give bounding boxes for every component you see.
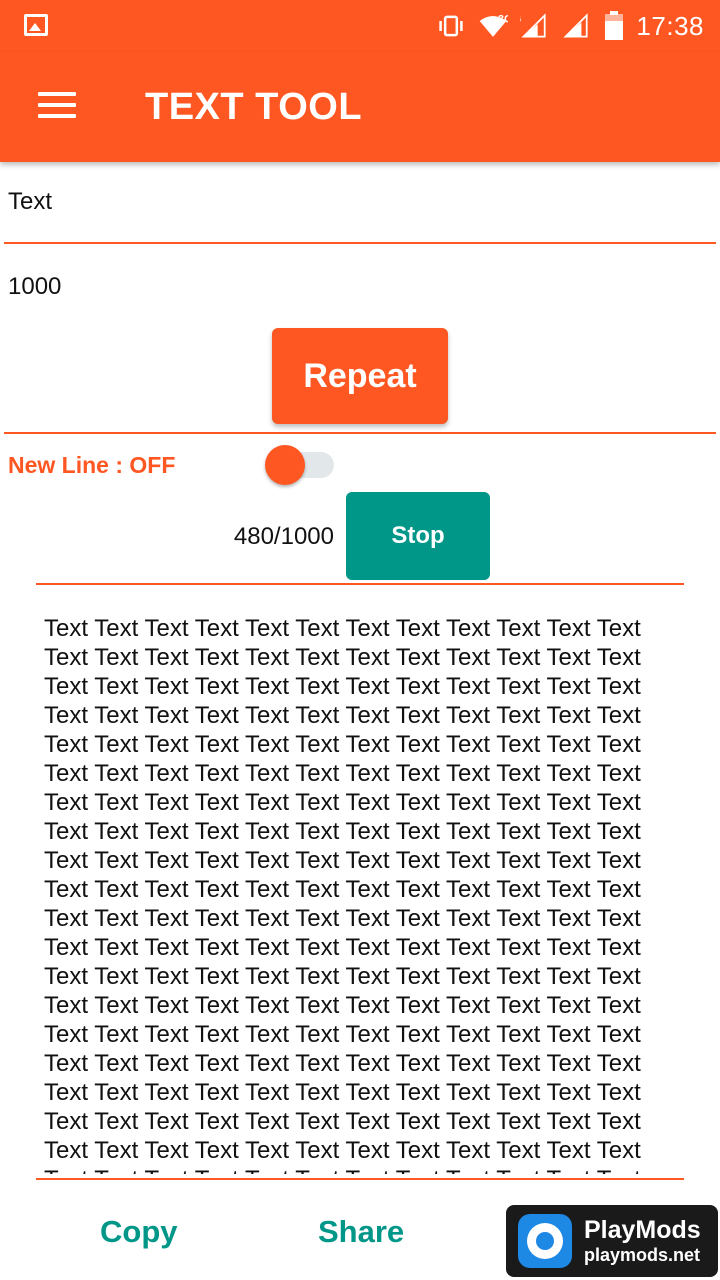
copy-button[interactable]: Copy xyxy=(100,1214,178,1250)
signal-icon-2 xyxy=(563,13,589,38)
share-button[interactable]: Share xyxy=(318,1214,404,1250)
wifi-icon: 3G xyxy=(480,14,508,37)
signal-icon: G xyxy=(520,13,547,38)
vibrate-icon xyxy=(439,15,464,37)
progress-counter: 480/1000 xyxy=(233,523,334,550)
battery-icon xyxy=(605,11,624,40)
toggle-thumb xyxy=(265,445,305,485)
playmods-watermark: PlayMods playmods.net xyxy=(506,1205,718,1277)
playmods-logo-icon xyxy=(518,1214,572,1268)
divider xyxy=(36,583,684,585)
stop-button[interactable]: Stop xyxy=(346,492,490,580)
repeat-count-input[interactable]: 1000 xyxy=(4,270,716,310)
new-line-toggle[interactable] xyxy=(262,445,336,485)
app-title: TEXT TOOL xyxy=(145,86,363,128)
status-time: 17:38 xyxy=(636,10,704,41)
hamburger-menu-icon[interactable] xyxy=(38,92,76,120)
gallery-icon xyxy=(24,14,48,36)
divider xyxy=(36,1178,684,1180)
text-input-value: Text xyxy=(8,188,53,215)
app-bar: TEXT TOOL xyxy=(0,52,720,162)
divider xyxy=(4,432,716,434)
network-type-a: 3G xyxy=(498,14,508,26)
text-input[interactable]: Text xyxy=(4,170,716,244)
status-icons: 3G G 17:38 xyxy=(436,8,704,44)
repeat-count-value: 1000 xyxy=(8,273,62,300)
network-type-b: G xyxy=(520,13,521,25)
watermark-brand: PlayMods xyxy=(584,1216,701,1244)
new-line-label: New Line : OFF xyxy=(8,452,176,478)
status-bar: 3G G 17:38 xyxy=(0,0,720,52)
output-text-area[interactable]: Text Text Text Text Text Text Text Text … xyxy=(44,614,684,1174)
repeat-button[interactable]: Repeat xyxy=(272,328,448,424)
watermark-site: playmods.net xyxy=(584,1245,701,1265)
